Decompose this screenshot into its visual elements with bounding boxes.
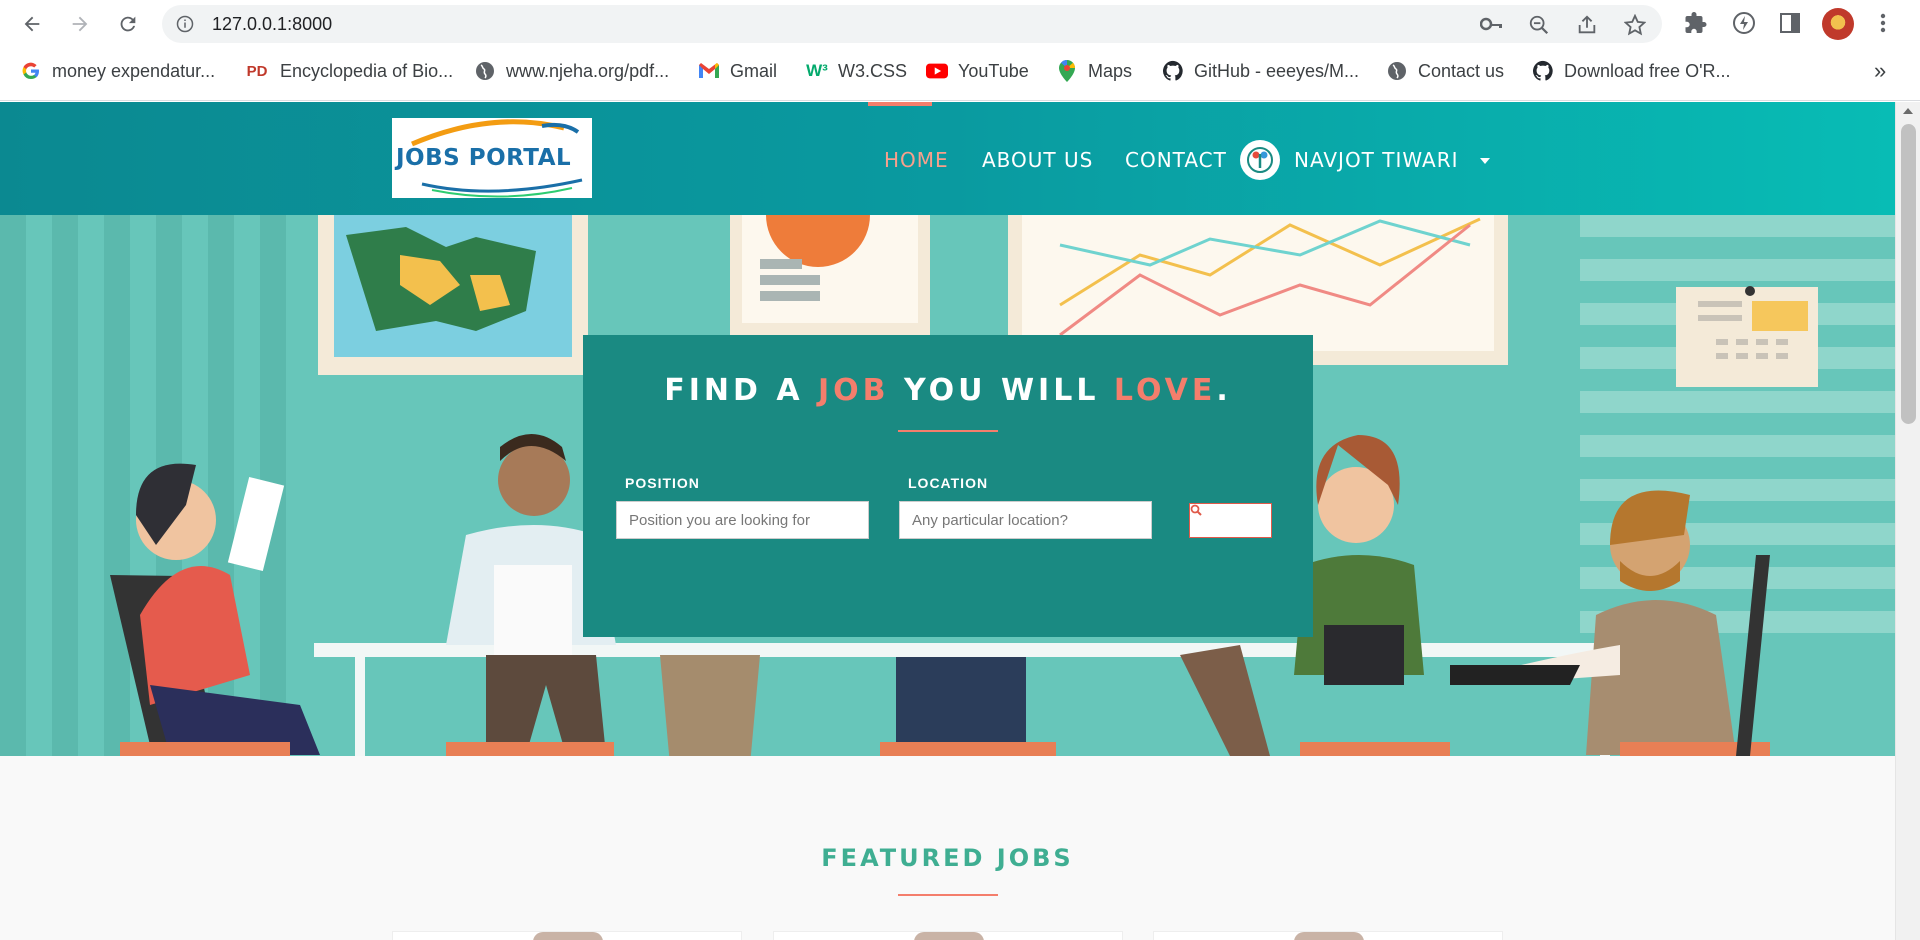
globe-icon <box>474 60 496 82</box>
address-bar[interactable]: 127.0.0.1:8000 <box>162 5 1662 43</box>
hero-title-part: YOU WILL <box>889 373 1114 408</box>
position-input[interactable] <box>616 501 869 539</box>
location-input[interactable] <box>899 501 1152 539</box>
profile-avatar[interactable] <box>1822 8 1854 40</box>
maps-icon <box>1056 60 1078 82</box>
bookmark-item[interactable]: PD Encyclopedia of Bio... <box>244 60 454 82</box>
nav-home[interactable]: HOME <box>884 148 949 172</box>
company-avatar <box>533 932 603 940</box>
extensions-icon[interactable] <box>1684 11 1708 40</box>
vertical-scrollbar[interactable] <box>1895 102 1920 940</box>
back-icon[interactable] <box>16 8 48 40</box>
bookmark-item[interactable]: Gmail <box>698 60 777 82</box>
company-avatar <box>914 932 984 940</box>
more-bookmarks-button[interactable]: » <box>1874 58 1886 84</box>
logo-text: JOBS PORTAL <box>396 145 572 171</box>
job-card[interactable] <box>392 931 742 940</box>
menu-icon[interactable] <box>1878 11 1888 40</box>
bookmark-label: money expendatur... <box>52 60 216 81</box>
bookmark-item[interactable]: GitHub - eeeyes/M... <box>1162 60 1359 82</box>
search-icon <box>1190 504 1202 516</box>
reload-icon[interactable] <box>112 8 144 40</box>
youtube-icon <box>926 60 948 82</box>
bookmark-label: GitHub - eeeyes/M... <box>1194 60 1360 81</box>
url-text[interactable]: 127.0.0.1:8000 <box>212 14 332 35</box>
user-menu-toggle[interactable]: NAVJOT TIWARI <box>1294 148 1459 172</box>
bookmark-item[interactable]: Contact us <box>1386 60 1504 82</box>
hero-title-highlight: JOB <box>818 373 890 408</box>
star-icon[interactable] <box>1623 13 1647 41</box>
bookmark-label: Encyclopedia of Bio... <box>280 60 454 81</box>
google-icon <box>20 60 42 82</box>
chevron-down-icon[interactable] <box>1480 158 1490 164</box>
bookmark-item[interactable]: W³ W3.CSS <box>806 60 907 82</box>
hero-section: FIND A JOB YOU WILL LOVE. POSITION LOCAT… <box>0 215 1895 756</box>
job-search-panel: FIND A JOB YOU WILL LOVE. POSITION LOCAT… <box>583 335 1313 637</box>
site-info-icon[interactable] <box>176 15 194 38</box>
company-avatar <box>1294 932 1364 940</box>
bookmark-item[interactable]: Maps <box>1056 60 1132 82</box>
github-icon <box>1532 60 1554 82</box>
nav-about-us[interactable]: ABOUT US <box>982 148 1093 172</box>
hero-title-part: FIND A <box>664 373 819 408</box>
bookmark-label: Contact us <box>1418 60 1505 81</box>
bookmarks-bar: money expendatur... PD Encyclopedia of B… <box>0 48 1920 101</box>
job-card[interactable] <box>773 931 1123 940</box>
scroll-up-icon[interactable] <box>1903 108 1913 114</box>
key-icon[interactable] <box>1479 14 1504 39</box>
position-label: POSITION <box>625 475 700 491</box>
bookmark-label: Maps <box>1088 60 1133 81</box>
bookmark-label: Download free O'R... <box>1564 60 1731 81</box>
zoom-out-icon[interactable] <box>1528 14 1550 41</box>
bookmark-label: W3.CSS <box>838 60 908 81</box>
w3-icon: W³ <box>806 61 828 80</box>
title-divider <box>898 430 998 432</box>
site-logo[interactable]: JOBS PORTAL <box>392 118 592 198</box>
job-card[interactable] <box>1153 931 1503 940</box>
nav-contact[interactable]: CONTACT <box>1125 148 1227 172</box>
featured-jobs-heading: FEATURED JOBS <box>821 844 1074 872</box>
bookmark-label: www.njeha.org/pdf... <box>506 60 670 81</box>
bookmark-label: YouTube <box>958 60 1029 81</box>
github-icon <box>1162 60 1184 82</box>
search-button[interactable] <box>1189 503 1272 538</box>
lightning-icon[interactable] <box>1732 11 1756 40</box>
user-avatar[interactable] <box>1240 140 1280 180</box>
gmail-icon <box>698 60 720 82</box>
bookmark-item[interactable]: YouTube <box>926 60 1029 82</box>
hero-title-highlight: LOVE <box>1113 373 1217 408</box>
bookmark-item[interactable]: money expendatur... <box>20 60 215 82</box>
site-header: JOBS PORTAL HOME ABOUT US CONTACT NAVJOT… <box>0 102 1895 215</box>
featured-divider <box>898 894 998 896</box>
hero-title-part: . <box>1216 373 1232 408</box>
forward-icon[interactable] <box>64 8 96 40</box>
pd-icon: PD <box>246 62 268 80</box>
page-viewport: JOBS PORTAL HOME ABOUT US CONTACT NAVJOT… <box>0 102 1895 940</box>
hero-title: FIND A JOB YOU WILL LOVE. <box>583 373 1313 408</box>
globe-icon <box>1386 60 1408 82</box>
bookmark-item[interactable]: www.njeha.org/pdf... <box>474 60 669 82</box>
share-icon[interactable] <box>1576 14 1598 41</box>
side-panel-icon[interactable] <box>1778 11 1802 40</box>
location-label: LOCATION <box>908 475 989 491</box>
browser-toolbar: 127.0.0.1:8000 <box>0 0 1920 48</box>
bookmark-item[interactable]: Download free O'R... <box>1532 60 1731 82</box>
active-nav-indicator <box>868 102 932 106</box>
bookmark-label: Gmail <box>730 60 778 81</box>
scrollbar-thumb[interactable] <box>1901 124 1916 424</box>
user-avatar-icon <box>1247 147 1273 173</box>
